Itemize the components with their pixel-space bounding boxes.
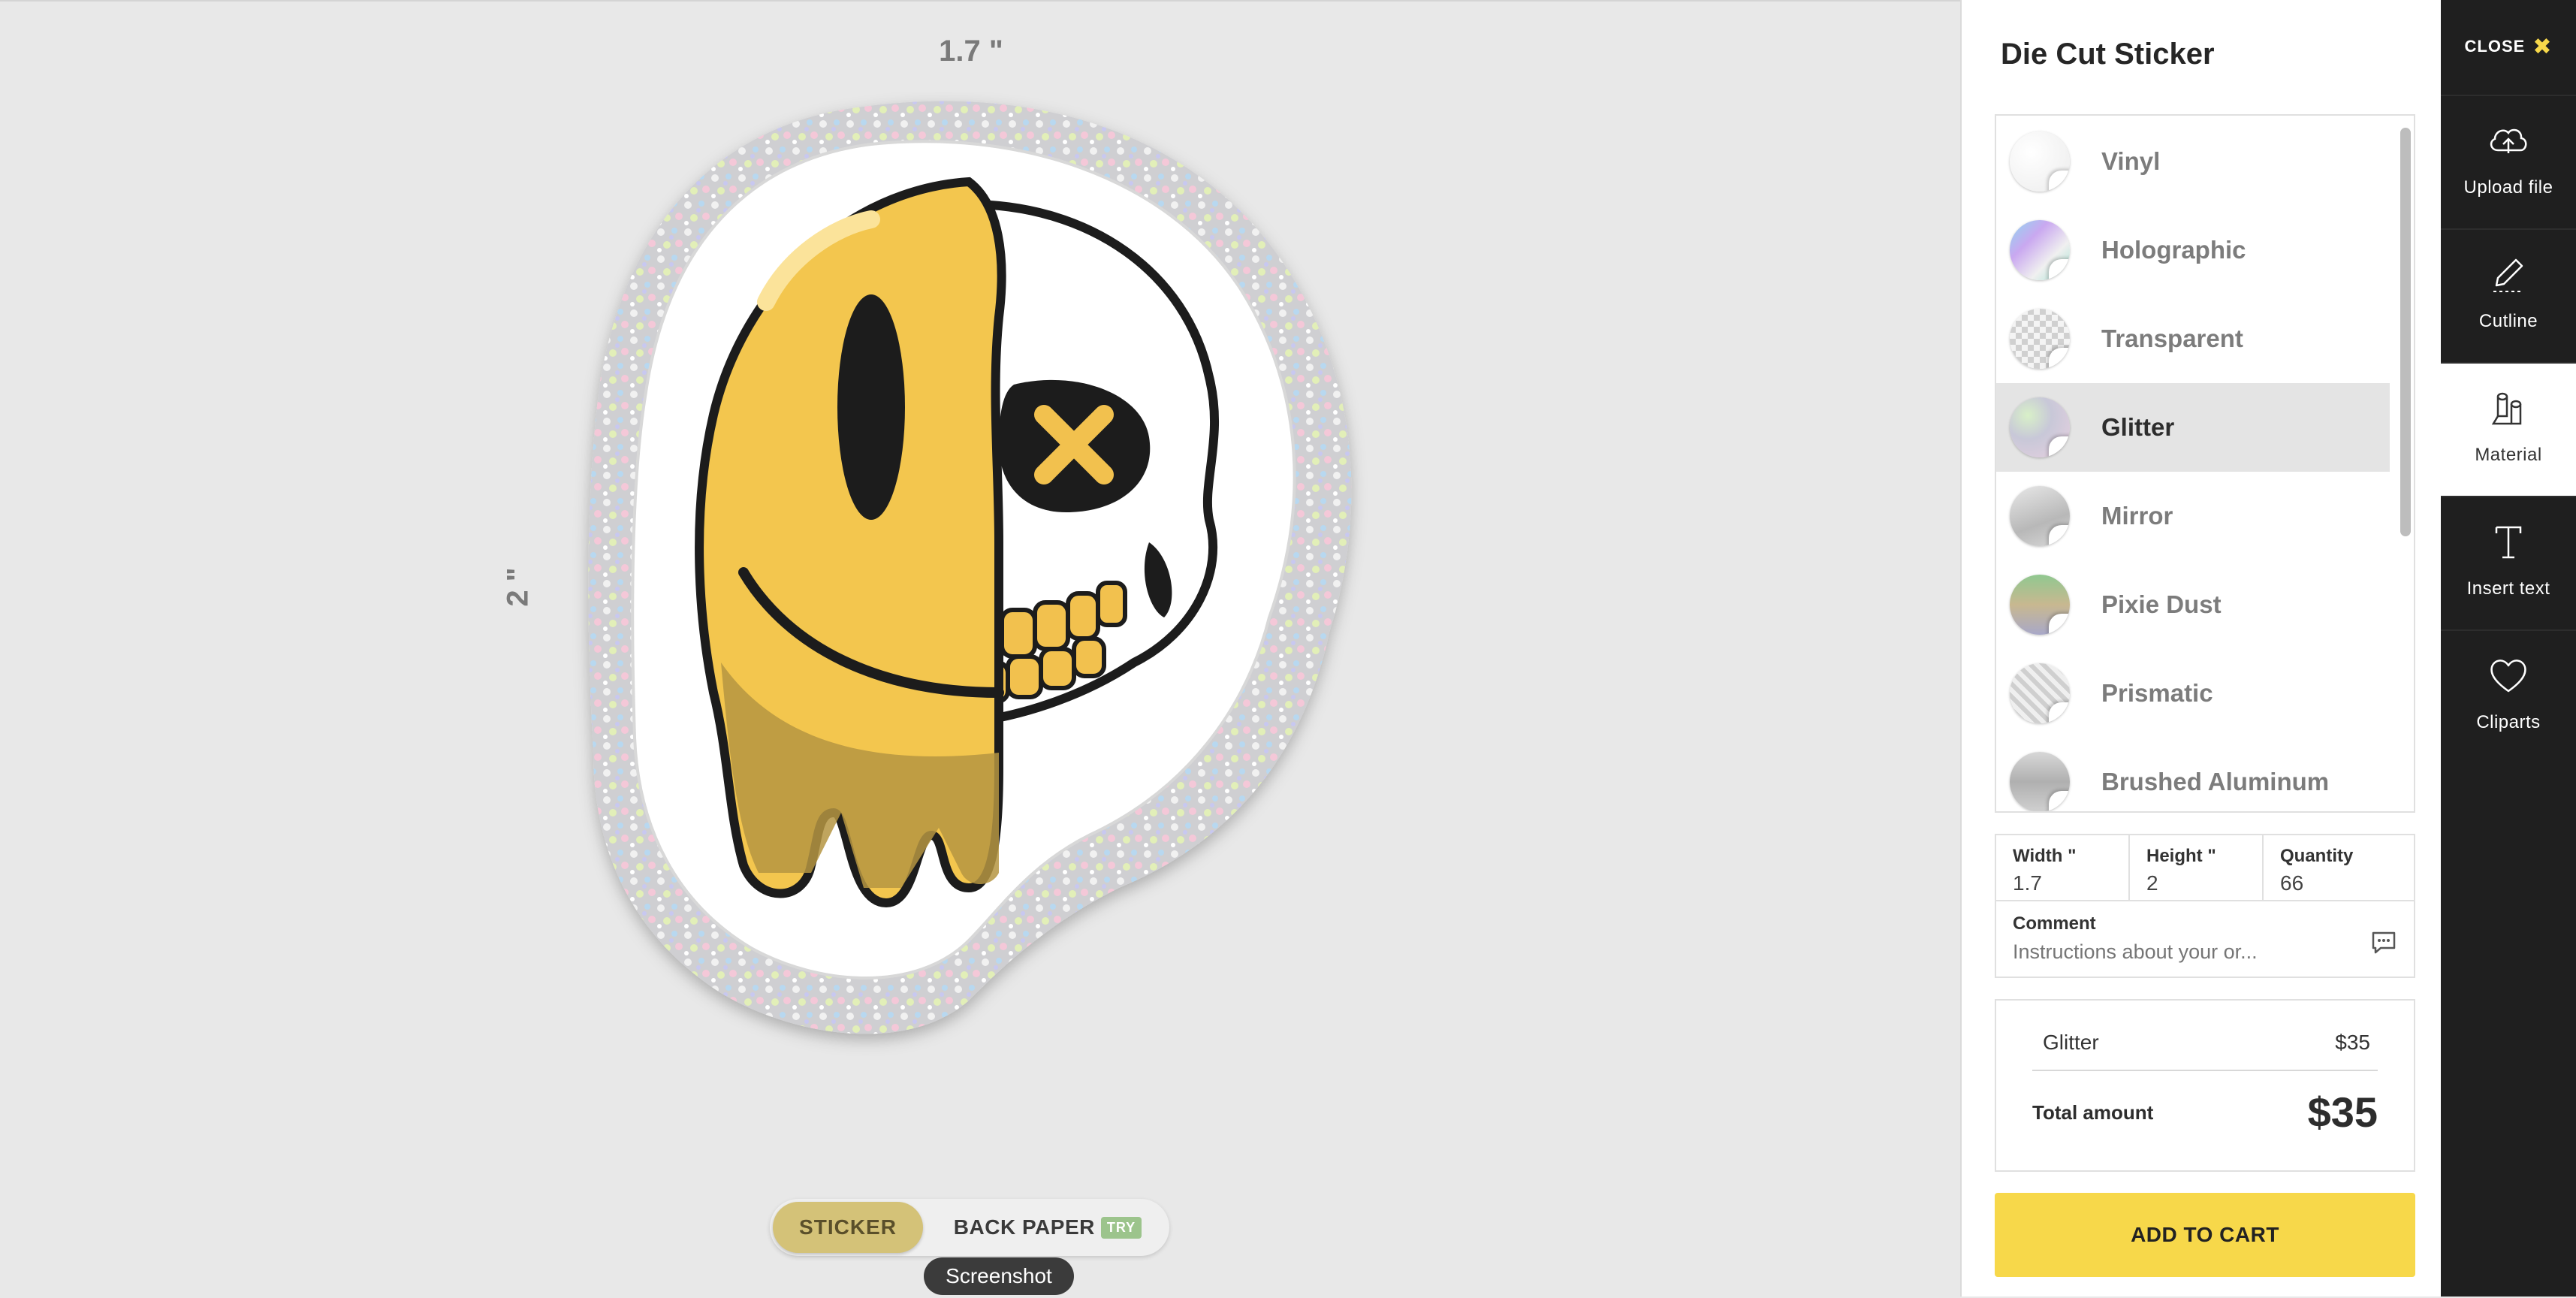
- material-item-vinyl[interactable]: Vinyl: [1996, 117, 2390, 206]
- width-field[interactable]: Width ": [1996, 835, 2130, 901]
- add-to-cart-button[interactable]: ADD TO CART: [1995, 1193, 2415, 1277]
- width-field-label: Width ": [2013, 846, 2077, 866]
- pixie-dust-swatch: [2010, 575, 2070, 635]
- quantity-field[interactable]: Quantity: [2264, 835, 2414, 901]
- transparent-swatch: [2010, 309, 2070, 369]
- material-label: Transparent: [2101, 324, 2243, 352]
- sticker-preview[interactable]: [548, 92, 1404, 1083]
- material-label: Glitter: [2101, 413, 2175, 441]
- product-title: Die Cut Sticker: [2001, 38, 2215, 71]
- height-field-label: Height ": [2146, 846, 2216, 866]
- comment-icon[interactable]: [2367, 925, 2400, 958]
- material-label: Brushed Aluminum: [2101, 768, 2330, 795]
- height-field[interactable]: Height ": [2130, 835, 2264, 901]
- close-label: CLOSE: [2464, 37, 2526, 56]
- height-input[interactable]: [2146, 871, 2252, 895]
- tool-label: Insert text: [2466, 578, 2550, 599]
- quantity-field-label: Quantity: [2280, 846, 2354, 866]
- material-item-pixie-dust[interactable]: Pixie Dust: [1996, 560, 2390, 649]
- scrollbar-thumb[interactable]: [2400, 128, 2411, 536]
- tool-cliparts[interactable]: Cliparts: [2441, 629, 2576, 763]
- close-button[interactable]: CLOSE ✖: [2441, 0, 2576, 93]
- tool-rail: CLOSE ✖ Upload file Cutline Material Ins…: [2441, 0, 2576, 1296]
- material-rolls-icon: [2491, 392, 2522, 425]
- material-item-brushed-aluminum[interactable]: Brushed Aluminum: [1996, 738, 2390, 811]
- material-label: Pixie Dust: [2101, 590, 2222, 618]
- tool-label: Material: [2475, 445, 2542, 465]
- width-input[interactable]: [2013, 871, 2118, 895]
- material-item-transparent[interactable]: Transparent: [1996, 294, 2390, 383]
- height-dimension-label: 2 ": [501, 567, 535, 607]
- width-dimension-label: 1.7 ": [939, 35, 1003, 68]
- comment-label: Comment: [2013, 913, 2096, 934]
- text-icon: [2495, 526, 2522, 559]
- material-item-mirror[interactable]: Mirror: [1996, 472, 2390, 560]
- size-quantity-box: Width " Height " Quantity Comment: [1995, 834, 2415, 978]
- screenshot-tooltip: Screenshot: [924, 1257, 1074, 1295]
- material-label: Mirror: [2101, 502, 2173, 530]
- material-item-holographic[interactable]: Holographic: [1996, 206, 2390, 294]
- options-panel: Die Cut Sticker Vinyl Holographic Transp…: [1960, 0, 2442, 1296]
- tool-upload-file[interactable]: Upload file: [2441, 95, 2576, 228]
- tool-material[interactable]: Material: [2441, 362, 2576, 496]
- quantity-input[interactable]: [2280, 871, 2385, 895]
- material-item-glitter[interactable]: Glitter: [1996, 383, 2390, 472]
- comment-input[interactable]: [2013, 940, 2313, 964]
- view-toggle: STICKER BACK PAPER TRY: [770, 1199, 1169, 1256]
- material-list[interactable]: Vinyl Holographic Transparent Glitter Mi…: [1995, 114, 2415, 813]
- upload-cloud-icon: [2490, 128, 2527, 153]
- back-paper-label: BACK PAPER: [953, 1215, 1095, 1239]
- glitter-swatch: [2010, 397, 2070, 457]
- pencil-icon: [2493, 258, 2523, 292]
- tool-label: Upload file: [2463, 177, 2553, 198]
- back-paper-view-button[interactable]: BACK PAPER TRY: [929, 1202, 1166, 1253]
- prismatic-swatch: [2010, 663, 2070, 723]
- total-value: $35: [2307, 1088, 2378, 1136]
- material-list-scrollbar[interactable]: [2400, 122, 2411, 805]
- tool-cutline[interactable]: Cutline: [2441, 228, 2576, 362]
- design-canvas[interactable]: 1.7 " 2 " STICKER BACK PAPER TRY Screens…: [0, 0, 1960, 1298]
- line-item-price: $35: [2335, 1031, 2370, 1054]
- price-summary: Glitter $35 Total amount $35: [1995, 999, 2415, 1172]
- material-label: Prismatic: [2101, 679, 2213, 707]
- total-label: Total amount: [2032, 1101, 2154, 1124]
- holographic-swatch: [2010, 220, 2070, 280]
- material-item-prismatic[interactable]: Prismatic: [1996, 649, 2390, 738]
- tool-label: Cliparts: [2476, 712, 2541, 732]
- mirror-swatch: [2010, 486, 2070, 546]
- line-item-name: Glitter: [2043, 1031, 2099, 1054]
- vinyl-swatch: [2010, 131, 2070, 192]
- material-label: Vinyl: [2101, 147, 2161, 175]
- close-icon: ✖: [2532, 34, 2553, 59]
- tool-label: Cutline: [2478, 311, 2538, 331]
- brushed-aluminum-swatch: [2010, 752, 2070, 811]
- material-label: Holographic: [2101, 236, 2246, 264]
- try-badge: TRY: [1100, 1216, 1142, 1239]
- heart-icon: [2490, 660, 2526, 693]
- price-divider: [2032, 1070, 2378, 1071]
- sticker-view-button[interactable]: STICKER: [773, 1202, 923, 1253]
- smiley-left-eye: [837, 294, 905, 520]
- tool-insert-text[interactable]: Insert text: [2441, 496, 2576, 629]
